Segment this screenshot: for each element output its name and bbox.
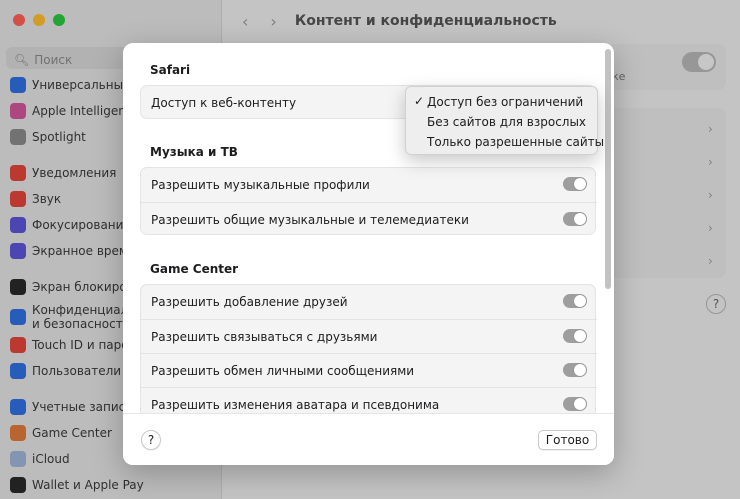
menu-item-allowed-only[interactable]: Только разрешенные сайты (406, 132, 604, 152)
row-label: Разрешить добавление друзей (151, 295, 348, 309)
menu-item-unrestricted[interactable]: ✓ Доступ без ограничений (406, 92, 597, 112)
help-button[interactable]: ? (141, 430, 161, 450)
row-avatar-nickname: Разрешить изменения аватара и псевдонима (141, 387, 597, 413)
row-label: Разрешить изменения аватара и псевдонима (151, 397, 440, 412)
checkmark-icon: ✓ (414, 94, 425, 108)
section-title-safari: Safari (150, 63, 191, 77)
content-privacy-sheet: Safari Доступ к веб-контенту Музыка и ТВ… (123, 43, 614, 465)
row-private-messages: Разрешить обмен личными сообщениями (141, 353, 597, 387)
menu-item-label: Только разрешенные сайты (427, 135, 605, 149)
row-connect-friends: Разрешить связываться с друзьями (141, 319, 597, 353)
shared-libraries-toggle[interactable] (563, 212, 587, 226)
section-title-game-center: Game Center (150, 262, 239, 276)
section-title-music-tv: Музыка и ТВ (150, 145, 238, 159)
row-label: Разрешить обмен личными сообщениями (151, 363, 415, 378)
menu-item-label: Доступ без ограничений (427, 95, 584, 109)
sheet-footer: ? Готово (123, 413, 614, 465)
group-music-tv: Разрешить музыкальные профили Разрешить … (140, 167, 597, 236)
group-game-center: Разрешить добавление друзей Разрешить св… (140, 284, 597, 413)
row-label: Доступ к веб-контенту (151, 96, 297, 110)
done-button[interactable]: Готово (538, 430, 597, 450)
avatar-nickname-toggle[interactable] (563, 397, 587, 411)
row-label: Разрешить связываться с друзьями (151, 329, 378, 344)
add-friends-toggle[interactable] (563, 294, 587, 308)
web-content-menu: ✓ Доступ без ограничений Без сайтов для … (405, 86, 604, 155)
music-profiles-toggle[interactable] (563, 177, 587, 191)
connect-friends-toggle[interactable] (563, 329, 587, 343)
row-label: Разрешить музыкальные профили (151, 178, 370, 192)
menu-item-label: Без сайтов для взрослых (427, 115, 587, 129)
scrollbar-thumb[interactable] (605, 49, 611, 289)
menu-item-no-adult[interactable]: Без сайтов для взрослых (406, 112, 597, 132)
row-label: Разрешить общие музыкальные и телемедиат… (151, 212, 469, 227)
row-music-profiles: Разрешить музыкальные профили (141, 168, 597, 202)
row-shared-libraries: Разрешить общие музыкальные и телемедиат… (141, 202, 597, 236)
row-add-friends: Разрешить добавление друзей (141, 285, 597, 319)
sheet-scroll-area[interactable]: Safari Доступ к веб-контенту Музыка и ТВ… (123, 43, 614, 413)
private-messages-toggle[interactable] (563, 363, 587, 377)
